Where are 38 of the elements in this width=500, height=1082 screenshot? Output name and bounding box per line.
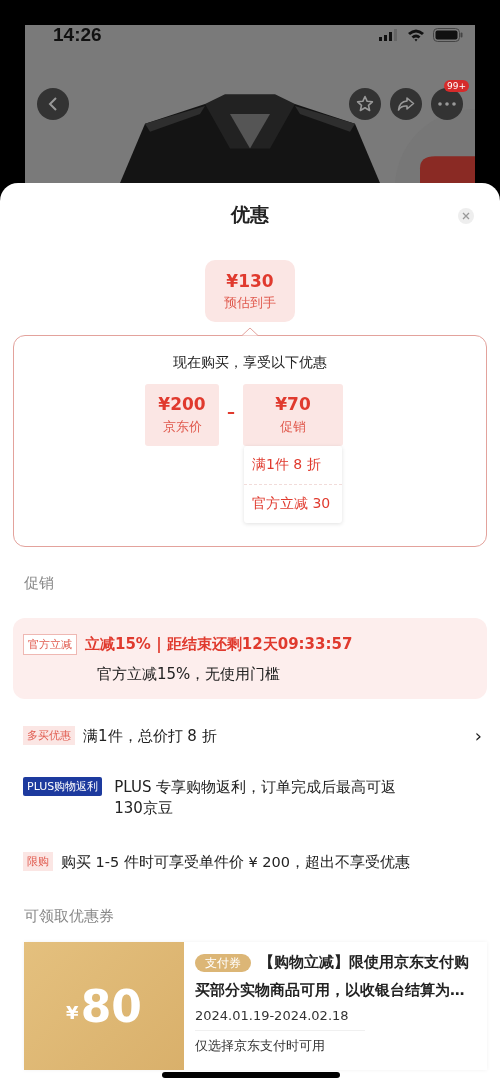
minus-sign: – [227,402,235,421]
wifi-icon [407,28,425,42]
coupon-currency: ¥ [66,1001,79,1023]
promo-detail: 官方立减 30 [244,484,342,523]
back-icon [47,96,59,112]
promotion-tag: 官方立减 [23,634,77,655]
section-title: 可领取优惠券 [24,907,115,926]
base-price: ¥200 [158,394,206,414]
share-icon [397,96,415,112]
sheet-title: 优惠 [231,202,269,227]
promotion-headline: 立减15% | 距结束还剩12天09:33:57 [85,635,353,654]
coupon-amount: 80 [80,980,142,1032]
close-button[interactable] [458,208,474,224]
breakdown-heading: 现在购买，享受以下优惠 [173,354,327,372]
close-icon [462,212,470,220]
promotion-text: 官方立减15%，无使用门槛 [97,665,282,684]
coupon-dates: 2024.01.19-2024.02.18 [195,1008,350,1023]
promo-detail: 满1件 8 折 [251,455,322,474]
chevron[interactable]: › [474,726,482,746]
coupon-note: 仅选择京东支付时可用 [195,1030,365,1055]
coupon-title: 支付券 【购物立减】限使用京东支付购买部分实物商品可用，以收银台结算为… [195,953,470,1000]
promotion-tag: PLUS购物返利 [23,777,103,796]
promotion-text: 满1件，总价打 8 折 [83,726,218,747]
status-time: 14:26 [53,25,102,46]
promotion-tag: 限购 [23,852,53,871]
promo-price: ¥70 [275,394,311,414]
estimate-label: 预估到手 [224,293,276,312]
estimate-price: ¥130 [226,270,274,291]
star-icon [356,95,374,113]
promotion-text: PLUS 专享购物返利，订单完成后最高可返130京豆 [114,777,398,819]
signal-icon [379,29,399,41]
battery-icon [433,28,463,42]
section-title: 促销 [24,574,55,593]
promotion-text: 购买 1-5 件时可享受单件价 ¥ 200，超出不享受优惠 [61,853,412,872]
promo-label: 促销 [280,418,306,436]
base-price-label: 京东价 [162,418,202,436]
more-icon [438,102,456,106]
promotion-tag: 多买优惠 [23,726,75,745]
